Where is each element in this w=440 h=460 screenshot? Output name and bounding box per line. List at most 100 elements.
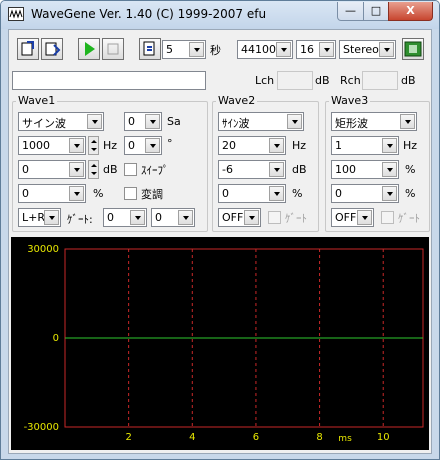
wave3-duty-value: 100 <box>335 163 356 176</box>
wave3-output-select[interactable]: OFF <box>331 208 374 227</box>
bit-depth-select[interactable]: 16 <box>296 40 336 59</box>
minimize-button[interactable]: — <box>337 2 364 21</box>
chevron-down-icon[interactable] <box>145 138 160 153</box>
wave2-output-value: OFF <box>222 211 244 224</box>
duration-unit: 秒 <box>210 44 221 57</box>
chevron-down-icon[interactable] <box>357 210 372 225</box>
wave1-gate-on-value: 0 <box>107 211 114 224</box>
wave1-sweep-label: ｽｲｰﾌﾟ <box>141 164 169 177</box>
chevron-down-icon[interactable] <box>382 186 397 201</box>
wave2-gate-label: ｹﾞｰﾄ <box>285 212 307 225</box>
wave3-freq-unit: Hz <box>403 139 418 152</box>
wave3-duty-select[interactable]: 100 <box>331 160 399 179</box>
wave1-frequency-stepper[interactable] <box>88 136 99 155</box>
loop-button[interactable] <box>139 38 161 60</box>
chevron-down-icon[interactable] <box>287 114 302 129</box>
wave1-phase-unit: ° <box>167 137 173 150</box>
wave1-phase-select[interactable]: 0 <box>124 136 162 155</box>
wave3-offset-select[interactable]: 0 <box>331 184 399 203</box>
chevron-down-icon[interactable] <box>178 210 193 225</box>
stop-icon <box>107 43 119 55</box>
x-tick-label: 2 <box>125 432 131 443</box>
wave2-freq-unit: Hz <box>292 139 307 152</box>
output-device-button[interactable] <box>402 38 424 60</box>
maximize-button[interactable]: □ <box>363 2 389 21</box>
wave1-gate-off-select[interactable]: 0 <box>151 208 195 227</box>
open-file-button[interactable] <box>17 38 39 60</box>
wave2-duty-select[interactable]: 0 <box>218 184 286 203</box>
waveform-plot: 2 4 6 8 10 30000 0 -30000 ms <box>24 244 424 444</box>
wave1-level-select[interactable]: 0 <box>18 160 86 179</box>
wave2-duty-unit: % <box>292 187 303 200</box>
wave2-level-select[interactable]: -6 <box>218 160 286 179</box>
x-tick-label: 4 <box>189 432 195 443</box>
chevron-down-icon[interactable] <box>69 186 84 201</box>
stop-button[interactable] <box>102 38 124 60</box>
wave2-level-value: -6 <box>222 163 233 176</box>
wave1-gate-off-value: 0 <box>155 211 162 224</box>
wave2-gate-checkbox[interactable] <box>268 211 281 224</box>
wave1-output-value: L+R <box>22 211 45 224</box>
chevron-down-icon[interactable] <box>69 162 84 177</box>
x-tick-label: 8 <box>316 432 322 443</box>
app-icon <box>8 7 24 21</box>
save-file-icon <box>45 42 61 56</box>
save-file-button[interactable] <box>41 38 63 60</box>
x-axis-label: ms <box>338 434 352 444</box>
chevron-down-icon[interactable] <box>87 114 102 129</box>
chevron-down-icon[interactable] <box>269 162 284 177</box>
wave2-title: Wave2 <box>216 94 258 107</box>
chevron-down-icon[interactable] <box>189 42 204 57</box>
open-file-icon <box>21 41 34 56</box>
chevron-down-icon[interactable] <box>130 210 145 225</box>
filename-field[interactable] <box>12 71 206 90</box>
title-bar[interactable]: WaveGene Ver. 1.40 (C) 1999-2007 efu — □… <box>1 1 439 29</box>
wave1-sweep-checkbox[interactable] <box>124 163 137 176</box>
wave2-duty-value: 0 <box>222 187 229 200</box>
chevron-down-icon[interactable] <box>269 186 284 201</box>
y-tick-label: 30000 <box>27 244 59 255</box>
play-icon <box>85 42 95 56</box>
wave1-output-select[interactable]: L+R <box>18 208 61 227</box>
chevron-down-icon[interactable] <box>276 42 291 57</box>
x-tick-label: 10 <box>377 432 390 443</box>
wave2-frequency-select[interactable]: 20 <box>218 136 286 155</box>
y-tick-label: -30000 <box>24 422 59 433</box>
chevron-down-icon[interactable] <box>145 114 160 129</box>
chevron-down-icon[interactable] <box>69 138 84 153</box>
wave1-modulation-checkbox[interactable] <box>124 187 137 200</box>
wave1-delay-unit: Sa <box>167 115 181 128</box>
wave1-level-stepper[interactable] <box>88 160 99 179</box>
close-button[interactable]: X <box>388 2 433 21</box>
chevron-down-icon[interactable] <box>382 162 397 177</box>
wave1-waveform-select[interactable]: サイン波 <box>18 112 104 131</box>
chevron-down-icon[interactable] <box>382 138 397 153</box>
wave1-freq-unit: Hz <box>103 139 118 152</box>
wave3-title: Wave3 <box>329 94 371 107</box>
chevron-down-icon[interactable] <box>319 42 334 57</box>
wave1-gate-on-select[interactable]: 0 <box>103 208 147 227</box>
wave3-waveform-value: 矩形波 <box>335 117 368 130</box>
wave2-waveform-select[interactable]: ｻｲﾝ波 <box>218 112 304 131</box>
wave3-gate-checkbox[interactable] <box>381 211 394 224</box>
duration-select[interactable]: 5 <box>162 40 206 59</box>
wave3-frequency-select[interactable]: 1 <box>331 136 399 155</box>
main-panel: 5 秒 44100 16 Stereo Lch dB Rch dB Wave1 <box>8 29 432 454</box>
window-title: WaveGene Ver. 1.40 (C) 1999-2007 efu <box>31 7 267 21</box>
sample-rate-select[interactable]: 44100 <box>237 40 293 59</box>
wave1-frequency-select[interactable]: 1000 <box>18 136 86 155</box>
play-button[interactable] <box>78 38 100 60</box>
wave1-duty-select[interactable]: 0 <box>18 184 86 203</box>
wave2-output-select[interactable]: OFF <box>218 208 261 227</box>
chevron-down-icon[interactable] <box>44 210 59 225</box>
wave1-delay-select[interactable]: 0 <box>124 112 162 131</box>
channel-mode-select[interactable]: Stereo <box>339 40 396 59</box>
wave1-title: Wave1 <box>16 94 58 107</box>
chevron-down-icon[interactable] <box>400 114 415 129</box>
wave3-offset-unit: % <box>405 187 416 200</box>
chevron-down-icon[interactable] <box>379 42 394 57</box>
wave3-waveform-select[interactable]: 矩形波 <box>331 112 417 131</box>
chevron-down-icon[interactable] <box>244 210 259 225</box>
wave1-waveform-value: サイン波 <box>22 117 66 130</box>
chevron-down-icon[interactable] <box>269 138 284 153</box>
